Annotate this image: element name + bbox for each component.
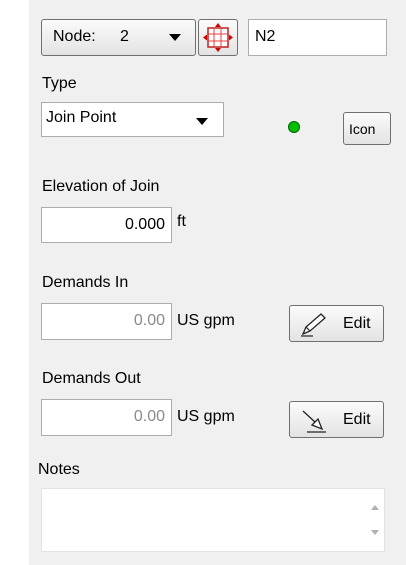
type-value: Join Point: [46, 109, 117, 126]
demands-out-label: Demands Out: [42, 370, 141, 387]
notes-textarea[interactable]: [41, 488, 385, 552]
demands-out-edit-label: Edit: [343, 411, 371, 428]
notes-label: Notes: [38, 461, 80, 478]
demands-out-input[interactable]: 0.00: [41, 399, 172, 436]
node-selector-label: Node:: [53, 28, 96, 45]
icon-button-label: Icon: [349, 121, 376, 137]
type-dropdown[interactable]: Join Point: [41, 102, 224, 137]
icon-button[interactable]: Icon: [343, 112, 391, 145]
pencil-icon: [301, 313, 326, 337]
scroll-up-icon[interactable]: [371, 505, 379, 510]
demands-in-unit: US gpm: [177, 312, 235, 329]
notes-scrollbar[interactable]: [366, 489, 384, 551]
demands-out-edit-button[interactable]: Edit: [289, 401, 384, 438]
scroll-down-icon[interactable]: [371, 530, 379, 535]
elevation-input[interactable]: 0.000: [41, 207, 172, 243]
arrow-out-icon: [302, 410, 326, 433]
demands-in-label: Demands In: [42, 274, 129, 291]
demands-in-value: 0.00: [133, 312, 165, 329]
elevation-label: Elevation of Join: [42, 178, 160, 195]
node-name-input[interactable]: N2: [248, 19, 387, 56]
node-selector-dropdown[interactable]: Node: 2: [41, 19, 196, 56]
type-label: Type: [42, 75, 77, 92]
node-selector-value: 2: [120, 28, 129, 45]
demands-out-value: 0.00: [133, 408, 165, 425]
node-name-value: N2: [255, 28, 276, 45]
demands-out-unit: US gpm: [177, 408, 235, 425]
chevron-down-icon: [169, 34, 181, 41]
pick-node-button[interactable]: [198, 19, 238, 56]
crosshair-icon: [203, 23, 233, 52]
status-indicator-icon: [288, 121, 300, 133]
demands-in-input[interactable]: 0.00: [41, 303, 172, 340]
demands-in-edit-label: Edit: [343, 315, 371, 332]
elevation-unit: ft: [177, 213, 186, 230]
demands-in-edit-button[interactable]: Edit: [289, 305, 384, 342]
elevation-value: 0.000: [124, 216, 165, 233]
chevron-down-icon: [196, 118, 208, 125]
